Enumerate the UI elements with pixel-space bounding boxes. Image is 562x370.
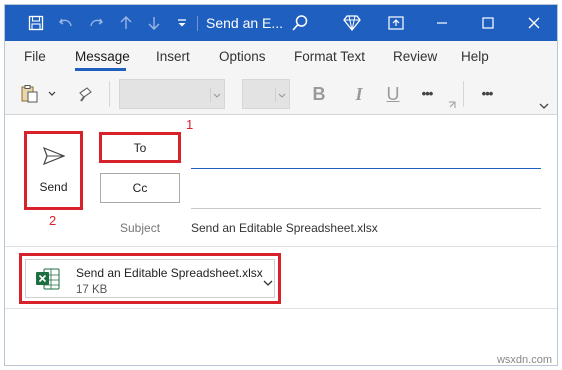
tab-file[interactable]: File — [24, 41, 46, 73]
ribbon-tabs: File Message Insert Options Format Text … — [5, 41, 557, 73]
attachment-card[interactable]: Send an Editable Spreadsheet.xlsx 17 KB — [19, 253, 281, 304]
arrow-up-icon[interactable] — [115, 5, 137, 41]
minimize-icon[interactable] — [419, 5, 465, 41]
title-separator — [197, 16, 198, 31]
diamond-icon[interactable] — [341, 5, 363, 41]
annotation-number-2: 2 — [49, 213, 57, 228]
cc-field[interactable] — [191, 193, 541, 209]
attachment-size: 17 KB — [76, 284, 108, 296]
redo-icon[interactable] — [85, 5, 107, 41]
send-icon — [42, 146, 66, 170]
format-painter-icon[interactable] — [75, 83, 97, 105]
maximize-icon[interactable] — [465, 5, 511, 41]
search-icon[interactable] — [289, 5, 311, 41]
active-tab-indicator — [75, 68, 126, 71]
collapse-ribbon-icon[interactable] — [538, 101, 550, 111]
restore-ribbon-icon[interactable] — [373, 5, 419, 41]
more-formatting-button[interactable]: ••• — [415, 83, 439, 105]
ribbon-separator — [463, 81, 464, 107]
chevron-down-icon — [275, 88, 287, 102]
attachment-inner: Send an Editable Spreadsheet.xlsx 17 KB — [25, 259, 275, 298]
subject-field[interactable]: Send an Editable Spreadsheet.xlsx — [191, 221, 378, 235]
window-controls — [373, 5, 557, 41]
paste-dropdown-icon[interactable] — [47, 87, 57, 101]
chevron-down-icon[interactable] — [263, 274, 273, 292]
window-title: Send an E... — [206, 15, 284, 31]
font-size-dropdown[interactable] — [242, 79, 290, 109]
annotation-number-1: 1 — [186, 117, 194, 132]
tab-insert[interactable]: Insert — [156, 41, 190, 73]
close-icon[interactable] — [511, 5, 557, 41]
bold-button[interactable]: B — [308, 83, 330, 105]
save-icon[interactable] — [25, 5, 47, 41]
watermark: wsxdn.com — [496, 354, 552, 366]
attachment-divider — [5, 308, 557, 309]
subject-label: Subject — [120, 221, 161, 235]
paste-icon[interactable] — [19, 83, 41, 105]
chevron-down-icon — [210, 88, 222, 102]
send-label: Send — [39, 180, 68, 194]
more-commands-button[interactable]: ••• — [475, 83, 499, 105]
send-button[interactable]: Send — [24, 131, 83, 210]
tab-help[interactable]: Help — [461, 41, 489, 73]
tab-review[interactable]: Review — [393, 41, 437, 73]
italic-button[interactable]: I — [348, 83, 370, 105]
ribbon-separator — [109, 81, 110, 107]
font-name-dropdown[interactable] — [119, 79, 225, 109]
dialog-launcher-icon[interactable] — [448, 101, 456, 109]
to-button[interactable]: To — [99, 132, 181, 163]
tab-options[interactable]: Options — [219, 41, 266, 73]
arrow-down-icon[interactable] — [143, 5, 165, 41]
header-divider — [5, 246, 557, 247]
underline-button[interactable]: U — [382, 83, 404, 105]
ribbon-toolbar: B I U ••• ••• — [5, 73, 557, 115]
cc-button[interactable]: Cc — [100, 173, 180, 203]
customize-toolbar-icon[interactable] — [173, 5, 191, 41]
attachment-name: Send an Editable Spreadsheet.xlsx — [76, 266, 263, 280]
title-bar: Send an E... — [5, 5, 557, 41]
to-field[interactable] — [191, 153, 541, 169]
undo-icon[interactable] — [55, 5, 77, 41]
tab-format-text[interactable]: Format Text — [294, 41, 365, 73]
outlook-message-window: Send an E... File Message Insert Options… — [4, 4, 558, 366]
excel-icon — [36, 268, 60, 295]
